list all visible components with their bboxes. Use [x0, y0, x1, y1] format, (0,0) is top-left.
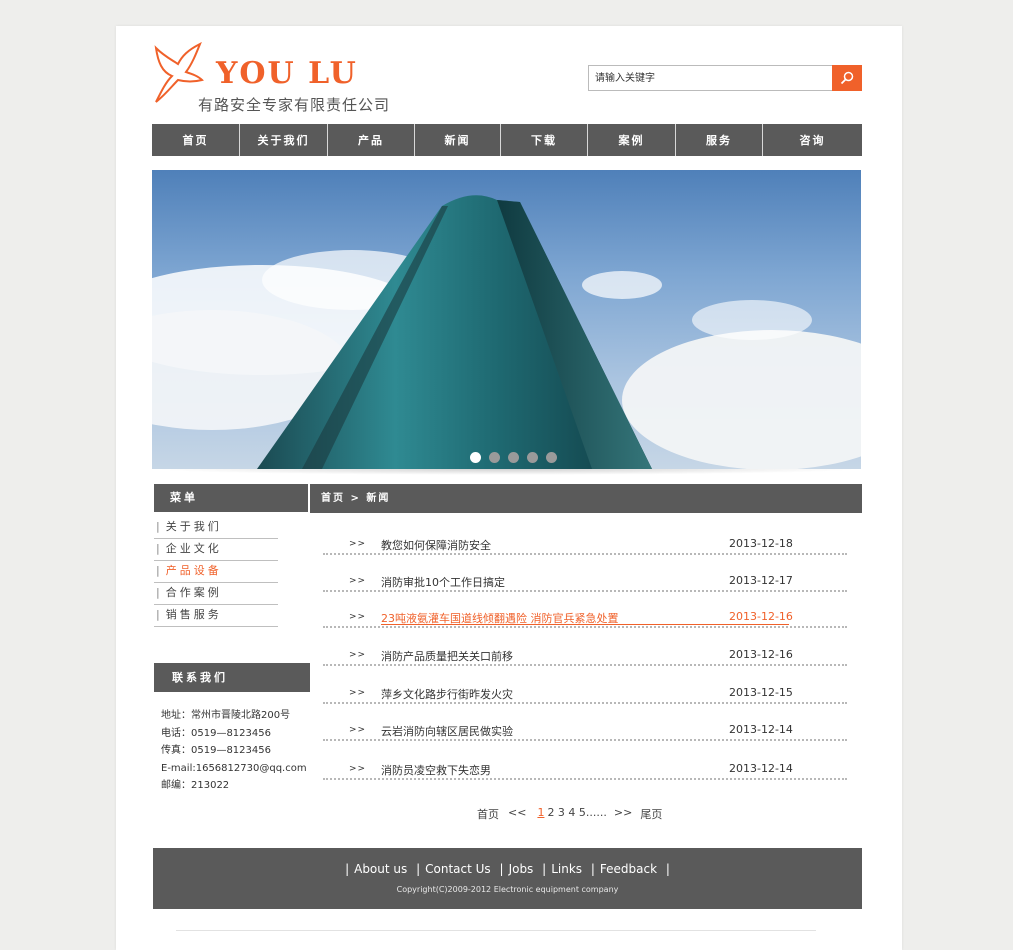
nav-news[interactable]: 新闻: [415, 124, 501, 156]
search-box: [588, 65, 862, 91]
news-date: 2013-12-14: [729, 723, 793, 736]
news-item-highlighted[interactable]: >> 23吨液氨灌车国道线倾翻遇险 消防官兵紧急处置 2013-12-16: [323, 608, 847, 628]
slide-dot[interactable]: [546, 452, 557, 463]
bird-logo-icon: [154, 42, 204, 103]
news-arrow: >>: [349, 612, 367, 622]
footer-link-about[interactable]: About us: [354, 862, 407, 876]
menu-bar: |: [156, 564, 160, 577]
page: YOU LU 有路安全专家有限责任公司 首页 关于我们 产品 新闻 下载 案例 …: [116, 26, 902, 950]
footer-link-feedback[interactable]: Feedback: [600, 862, 657, 876]
pager-last[interactable]: 尾页: [640, 806, 662, 822]
search-button[interactable]: [832, 65, 862, 91]
news-title[interactable]: 云岩消防向辖区居民做实验: [381, 723, 513, 739]
pager-first[interactable]: 首页: [477, 806, 499, 822]
contact-email: E-mail:1656812730@qq.com: [161, 762, 307, 774]
contact-title: 联系我们: [154, 663, 310, 692]
news-item[interactable]: >> 消防员凌空救下失恋男 2013-12-14: [323, 760, 847, 780]
contact-address: 地址：常州市晋陵北路200号: [161, 710, 291, 721]
news-item[interactable]: >> 教您如何保障消防安全 2013-12-18: [323, 535, 847, 555]
bottom-divider: [176, 930, 816, 931]
slide-dot[interactable]: [489, 452, 500, 463]
search-input[interactable]: [589, 66, 831, 90]
sidebar-item-cases[interactable]: | 合作案例: [154, 583, 278, 605]
nav-home[interactable]: 首页: [152, 124, 240, 156]
menu-title: 菜单: [154, 484, 308, 512]
news-title[interactable]: 消防员凌空救下失恋男: [381, 762, 491, 778]
news-arrow: >>: [349, 576, 367, 586]
main-nav: 首页 关于我们 产品 新闻 下载 案例 服务 咨询: [152, 124, 862, 156]
copyright: Copyright(C)2009-2012 Electronic equipme…: [396, 885, 619, 894]
pager-next[interactable]: >>: [614, 806, 632, 822]
menu-bar: |: [156, 520, 160, 533]
news-arrow: >>: [349, 764, 367, 774]
news-arrow: >>: [349, 688, 367, 698]
banner-shadow: [152, 469, 861, 475]
sidebar-item-sales[interactable]: | 销售服务: [154, 605, 278, 627]
menu-bar: |: [156, 542, 160, 555]
footer-links: | About us | Contact Us | Jobs | Links | Feed…: [345, 862, 670, 876]
slide-dot[interactable]: [508, 452, 519, 463]
sidebar-item-label: 产品设备: [165, 564, 222, 577]
news-date: 2013-12-16: [729, 610, 793, 623]
sidebar-item-label: 关于我们: [165, 520, 222, 533]
sidebar-item-label: 合作案例: [165, 586, 222, 599]
news-item[interactable]: >> 消防审批10个工作日搞定 2013-12-17: [323, 572, 847, 592]
news-date: 2013-12-14: [729, 762, 793, 775]
sidebar-item-culture[interactable]: | 企业文化: [154, 539, 278, 561]
footer-link-jobs[interactable]: Jobs: [509, 862, 534, 876]
footer: | About us | Contact Us | Jobs | Links | Feed…: [153, 848, 862, 909]
news-item[interactable]: >> 云岩消防向辖区居民做实验 2013-12-14: [323, 721, 847, 741]
pager-prev[interactable]: <<: [508, 806, 526, 822]
slide-dot[interactable]: [470, 452, 481, 463]
news-item[interactable]: >> 消防产品质量把关关口前移 2013-12-16: [323, 646, 847, 666]
news-title[interactable]: 萍乡文化路步行街昨发火灾: [381, 686, 513, 702]
slide-dots: [470, 452, 557, 463]
nav-about[interactable]: 关于我们: [240, 124, 328, 156]
news-title[interactable]: 消防审批10个工作日搞定: [381, 574, 505, 590]
contact-phone: 电话：0519—8123456: [161, 727, 271, 739]
logo-text: YOU LU: [216, 56, 358, 91]
news-item[interactable]: >> 萍乡文化路步行街昨发火灾 2013-12-15: [323, 684, 847, 704]
sidebar-item-label: 企业文化: [165, 542, 222, 555]
news-date: 2013-12-15: [729, 686, 793, 699]
nav-consult[interactable]: 咨询: [763, 124, 862, 156]
hover-underline: [381, 624, 789, 625]
banner-slider[interactable]: [152, 170, 861, 469]
news-title[interactable]: 消防产品质量把关关口前移: [381, 648, 513, 664]
nav-download[interactable]: 下载: [501, 124, 588, 156]
side-menu: | 关于我们 | 企业文化 | 产品设备 | 合作案例 | 销售服务: [154, 517, 278, 627]
contact-zip: 邮编：213022: [161, 780, 230, 792]
news-arrow: >>: [349, 539, 367, 549]
slide-dot[interactable]: [527, 452, 538, 463]
breadcrumb: 首页 > 新闻: [310, 484, 862, 513]
news-title[interactable]: 教您如何保障消防安全: [381, 537, 491, 553]
sidebar-item-label: 销售服务: [165, 608, 222, 621]
pager-pages[interactable]: 2 3 4 5......: [547, 806, 606, 822]
nav-cases[interactable]: 案例: [588, 124, 676, 156]
news-date: 2013-12-18: [729, 537, 793, 550]
nav-products[interactable]: 产品: [328, 124, 415, 156]
footer-link-links[interactable]: Links: [551, 862, 582, 876]
news-date: 2013-12-17: [729, 574, 793, 587]
company-name: 有路安全专家有限责任公司: [198, 96, 391, 114]
contact-fax: 传真：0519—8123456: [161, 745, 271, 757]
menu-bar: |: [156, 608, 160, 621]
pagination: 首页 << 1 2 3 4 5...... >> 尾页: [477, 806, 662, 822]
pager-current[interactable]: 1: [537, 806, 544, 822]
sidebar-item-products[interactable]: | 产品设备: [154, 561, 278, 583]
sidebar-item-about[interactable]: | 关于我们: [154, 517, 278, 539]
news-arrow: >>: [349, 650, 367, 660]
search-icon: [840, 71, 854, 85]
news-date: 2013-12-16: [729, 648, 793, 661]
news-arrow: >>: [349, 725, 367, 735]
nav-service[interactable]: 服务: [676, 124, 763, 156]
footer-link-contact[interactable]: Contact Us: [425, 862, 491, 876]
menu-bar: |: [156, 586, 160, 599]
banner-image: [152, 195, 861, 469]
contact-info: 地址：常州市晋陵北路200号 电话：0519—8123456 传真：0519—8…: [161, 707, 307, 795]
